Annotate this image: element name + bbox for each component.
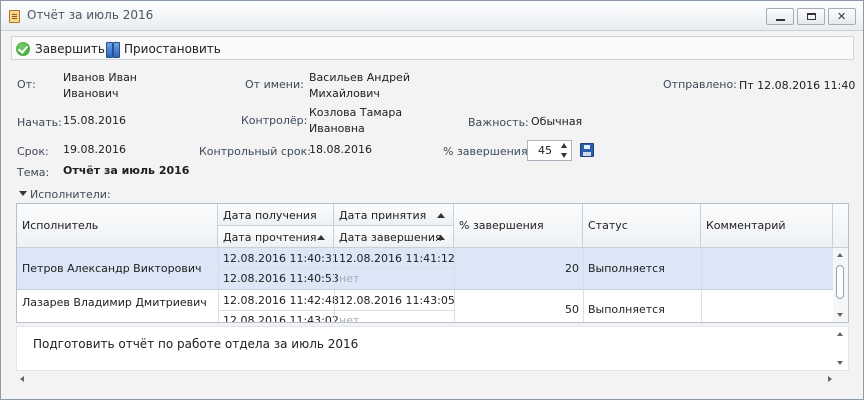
col-divider [583, 248, 584, 322]
sent-label: Отправлено: [663, 78, 737, 91]
completed-date: нет [339, 272, 360, 285]
finish-label: Завершить [35, 41, 105, 56]
completion-stepper[interactable]: 45 [527, 140, 572, 161]
maximize-button[interactable] [797, 8, 825, 25]
col-accepted-label: Дата принятия [339, 209, 427, 222]
col-executor-label: Исполнитель [22, 219, 99, 232]
due-value: 19.08.2016 [63, 143, 126, 156]
col-comment-label: Комментарий [706, 219, 786, 232]
percent-value: 50 [565, 303, 579, 316]
task-window: Отчёт за июль 2016 ✕ Завершить Приостано… [0, 0, 864, 400]
scroll-left-icon[interactable] [20, 376, 24, 382]
scroll-right-icon[interactable] [828, 376, 832, 382]
sort-asc-icon [317, 235, 325, 240]
received-date: 12.08.2016 11:40:31 [223, 252, 339, 265]
from-label: От: [17, 78, 36, 91]
col-received-label: Дата получения [223, 209, 317, 222]
pause-label: Приостановить [124, 41, 221, 56]
controller-value: Козлова Тамара Ивановна [309, 106, 403, 135]
sent-value: Пт 12.08.2016 11:40 [739, 79, 856, 92]
col-divider [701, 248, 702, 322]
col-accepted[interactable]: Дата принятия [334, 204, 454, 226]
subject-value: Отчёт за июль 2016 [63, 164, 190, 177]
col-status[interactable]: Статус [583, 204, 701, 248]
table-row[interactable]: Лазарев Владимир Дмитриевич 12.08.2016 1… [17, 290, 833, 323]
title-bar[interactable]: Отчёт за июль 2016 ✕ [1, 1, 863, 31]
close-button[interactable]: ✕ [828, 8, 856, 25]
col-read-label: Дата прочтения [223, 231, 317, 244]
accepted-date: 12.08.2016 11:41:12 [339, 252, 455, 265]
completion-value: 45 [538, 144, 552, 157]
finish-button[interactable]: Завершить [16, 40, 105, 57]
minimize-button[interactable] [766, 8, 794, 25]
status-value: Выполняется [588, 262, 665, 275]
col-read[interactable]: Дата прочтения [218, 226, 334, 248]
executors-grid: Исполнитель Дата получения Дата прочтени… [16, 203, 849, 323]
pause-button[interactable]: Приостановить [106, 40, 221, 58]
col-status-label: Статус [588, 219, 628, 232]
save-icon[interactable] [580, 143, 594, 157]
percent-value: 20 [565, 262, 579, 275]
check-circle-icon [16, 41, 30, 56]
minimize-icon [776, 19, 785, 21]
control-due-value: 18.08.2016 [309, 143, 372, 156]
maximize-icon [807, 13, 816, 20]
control-due-label: Контрольный срок: [199, 145, 311, 158]
comment-scrollbar[interactable] [833, 327, 848, 370]
read-date: 12.08.2016 11:40:53 [223, 272, 339, 285]
col-received[interactable]: Дата получения [218, 204, 334, 226]
collapse-caret-icon[interactable] [19, 191, 27, 196]
read-date: 12.08.2016 11:43:02 [223, 314, 339, 323]
col-comment[interactable]: Комментарий [701, 204, 833, 248]
grid-vertical-scrollbar[interactable] [833, 248, 848, 322]
window-title: Отчёт за июль 2016 [27, 8, 154, 22]
importance-label: Важность: [468, 116, 529, 129]
col-percent[interactable]: % завершения [454, 204, 583, 248]
received-date: 12.08.2016 11:42:48 [223, 294, 339, 307]
from-value: Иванов Иван Иванович [63, 71, 137, 100]
toolbar: Завершить Приостановить [11, 36, 854, 60]
close-icon: ✕ [837, 10, 847, 23]
scroll-up-icon[interactable] [837, 332, 843, 336]
col-divider [454, 248, 455, 322]
completion-label: % завершения: [443, 145, 532, 158]
col-percent-label: % завершения [459, 219, 544, 232]
table-row[interactable]: Петров Александр Викторович 12.08.2016 1… [17, 248, 833, 289]
on-behalf-value: Васильев Андрей Михайлович [309, 71, 410, 100]
col-completed-label: Дата завершения [339, 231, 442, 244]
col-completed[interactable]: Дата завершения [334, 226, 454, 248]
document-icon [9, 10, 20, 23]
on-behalf-label: От имени: [245, 78, 304, 91]
comment-text: Подготовить отчёт по работе отдела за ию… [33, 337, 359, 351]
scroll-up-icon[interactable] [837, 253, 843, 257]
start-value: 15.08.2016 [63, 114, 126, 127]
sort-asc-icon [437, 213, 445, 218]
controller-label: Контролёр: [241, 114, 308, 127]
col-divider [334, 248, 335, 322]
status-value: Выполняется [588, 303, 665, 316]
start-label: Начать: [17, 116, 62, 129]
horizontal-scrollbar[interactable] [16, 372, 849, 387]
col-divider [218, 248, 219, 322]
scroll-down-icon[interactable] [837, 361, 843, 365]
header-filler [833, 204, 848, 248]
scrollbar-thumb[interactable] [836, 265, 844, 299]
due-label: Срок: [17, 145, 49, 158]
comment-box[interactable]: Подготовить отчёт по работе отдела за ию… [16, 326, 849, 371]
row-divider [218, 268, 454, 269]
executor-name: Петров Александр Викторович [22, 262, 202, 275]
stepper-down-icon[interactable] [561, 153, 567, 158]
executor-name: Лазарев Владимир Дмитриевич [22, 296, 207, 309]
executors-group-label[interactable]: Исполнители: [30, 188, 111, 201]
stepper-up-icon[interactable] [561, 143, 567, 148]
sort-asc-icon [437, 235, 445, 240]
completed-date: нет [339, 314, 360, 323]
importance-value: Обычная [531, 115, 583, 128]
col-executor[interactable]: Исполнитель [17, 204, 218, 248]
pause-icon [106, 41, 120, 58]
accepted-date: 12.08.2016 11:43:05 [339, 294, 455, 307]
subject-label: Тема: [17, 166, 50, 179]
row-divider [218, 310, 454, 311]
scroll-down-icon[interactable] [837, 313, 843, 317]
